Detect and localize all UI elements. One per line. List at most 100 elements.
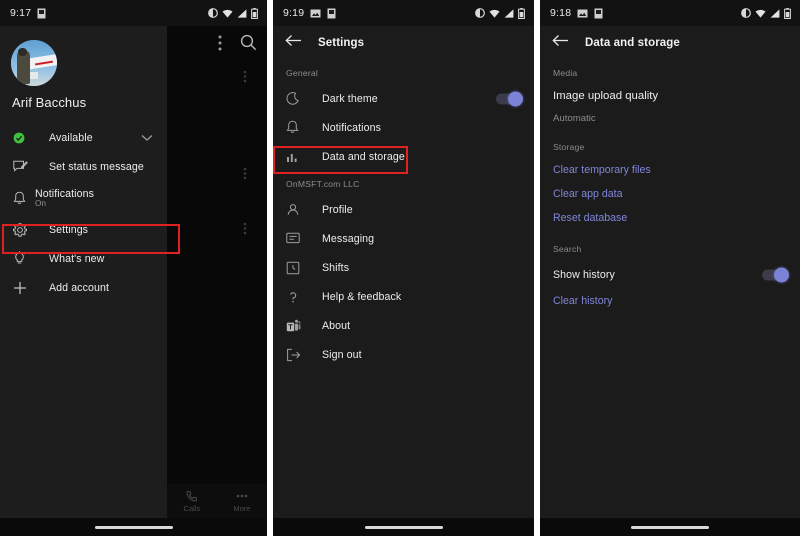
chevron-down-icon[interactable]: [141, 129, 153, 147]
settings-item-sign-out[interactable]: Sign out: [273, 340, 534, 369]
bottom-nav-item-more[interactable]: More: [233, 490, 250, 513]
status-bar-clock: 9:18: [550, 7, 572, 19]
image-icon: [577, 9, 588, 17]
bottom-nav-item-calls[interactable]: Calls: [183, 490, 201, 513]
gesture-nav-pill[interactable]: [94, 526, 173, 529]
setting-show-history[interactable]: Show history: [540, 260, 800, 289]
list-overflow-icon-3[interactable]: [243, 222, 247, 235]
bell-icon: [286, 120, 308, 135]
moon-icon: [286, 91, 308, 106]
status-bar: 9:17: [0, 0, 267, 26]
app-bar: Settings: [273, 26, 534, 60]
page-title: Settings: [318, 37, 365, 49]
sim-icon: [594, 8, 603, 18]
link-clear-temporary-files[interactable]: Clear temporary files: [540, 158, 800, 182]
image-icon: [310, 9, 321, 17]
clock-icon: [286, 261, 308, 275]
setting-image-upload-quality-value: Automatic: [553, 112, 596, 124]
status-bar-clock: 9:19: [283, 7, 305, 19]
avatar[interactable]: [11, 40, 57, 86]
section-label-storage: Storage: [553, 142, 585, 152]
bottom-nav-label-calls: Calls: [183, 503, 201, 513]
background-app-toolbar: [218, 34, 257, 51]
dnd-icon: [208, 8, 218, 18]
list-overflow-icon-2[interactable]: [243, 167, 247, 180]
search-icon[interactable]: [240, 34, 257, 51]
drawer-item-label-set-status-message: Set status message: [49, 160, 144, 173]
navigation-drawer: Arif Bacchus Available Set status messag…: [0, 26, 180, 536]
screen-data-and-storage: 9:18 Data and storage Media Image upload…: [540, 0, 800, 536]
screenshot-triptych: 9:17 Calls More Arif Bacchus Available S…: [0, 0, 800, 536]
plus-icon: [13, 281, 35, 295]
person-icon: [286, 203, 308, 217]
dark-theme-toggle[interactable]: [496, 91, 523, 106]
battery-icon: [518, 7, 525, 19]
drawer-item-whats-new[interactable]: What's new: [0, 244, 167, 273]
wifi-icon: [222, 9, 233, 18]
section-label-search: Search: [553, 244, 582, 254]
settings-item-label-profile: Profile: [322, 203, 353, 216]
sim-icon: [37, 8, 46, 18]
drawer-item-available[interactable]: Available: [0, 123, 167, 152]
more-dots-icon: [236, 494, 248, 497]
drawer-item-settings[interactable]: Settings: [0, 215, 167, 244]
drawer-item-label-whats-new: What's new: [49, 252, 105, 265]
status-bar-right: [208, 7, 258, 19]
setting-image-upload-quality[interactable]: Image upload quality: [540, 84, 800, 108]
gesture-nav-pill[interactable]: [364, 526, 443, 529]
section-label-org: OnMSFT.com LLC: [286, 179, 360, 189]
avatar-foreground-object: [30, 72, 38, 79]
list-overflow-icon-1[interactable]: [243, 70, 247, 83]
overflow-menu-icon[interactable]: [218, 35, 222, 51]
screen-settings: 9:19 Settings General Dark theme Notific…: [273, 0, 534, 536]
settings-item-profile[interactable]: Profile: [273, 195, 534, 224]
back-arrow-icon[interactable]: [552, 34, 569, 52]
drawer-item-notifications-text: Notifications On: [35, 188, 94, 208]
link-clear-history[interactable]: Clear history: [540, 289, 800, 313]
status-bar-right: [475, 7, 525, 19]
settings-item-messaging[interactable]: Messaging: [273, 224, 534, 253]
question-mark-icon: [286, 290, 308, 304]
data-usage-icon: [286, 150, 308, 164]
settings-item-help-feedback[interactable]: Help & feedback: [273, 282, 534, 311]
link-reset-database[interactable]: Reset database: [540, 206, 800, 230]
gesture-nav-pill[interactable]: [631, 526, 709, 529]
teams-logo-icon: [286, 319, 308, 333]
settings-item-label-help-feedback: Help & feedback: [322, 290, 402, 303]
setting-show-history-label: Show history: [553, 268, 615, 281]
sign-out-icon: [286, 348, 308, 362]
status-bar: 9:19: [273, 0, 534, 26]
drawer-item-notifications[interactable]: Notifications On: [0, 181, 167, 215]
settings-item-about[interactable]: About: [273, 311, 534, 340]
bottom-nav-label-more: More: [233, 503, 251, 513]
sim-icon: [327, 8, 336, 18]
status-bar-right: [741, 7, 791, 19]
show-history-toggle[interactable]: [762, 267, 789, 282]
lightbulb-icon: [13, 251, 35, 266]
status-bar: 9:18: [540, 0, 800, 26]
settings-item-shifts[interactable]: Shifts: [273, 253, 534, 282]
status-bar-left: 9:18: [550, 7, 603, 19]
status-message-icon: [13, 160, 35, 174]
signal-icon: [237, 8, 247, 18]
settings-item-label-data-and-storage: Data and storage: [322, 150, 405, 163]
settings-item-dark-theme[interactable]: Dark theme: [273, 84, 534, 113]
settings-item-notifications[interactable]: Notifications: [273, 113, 534, 142]
presence-available-icon: [13, 132, 35, 144]
profile-name: Arif Bacchus: [12, 95, 87, 110]
dnd-icon: [741, 8, 751, 18]
drawer-item-set-status-message[interactable]: Set status message: [0, 152, 167, 181]
settings-item-label-about: About: [322, 319, 351, 332]
toggle-knob: [508, 91, 523, 106]
signal-icon: [504, 8, 514, 18]
drawer-item-add-account[interactable]: Add account: [0, 273, 167, 302]
section-label-general: General: [286, 68, 318, 78]
page-title: Data and storage: [585, 37, 680, 49]
screen-drawer: 9:17 Calls More Arif Bacchus Available S…: [0, 0, 267, 536]
back-arrow-icon[interactable]: [285, 34, 302, 52]
drawer-scrim[interactable]: [167, 26, 267, 536]
settings-item-label-sign-out: Sign out: [322, 348, 362, 361]
settings-item-data-and-storage[interactable]: Data and storage: [273, 142, 534, 171]
link-clear-app-data[interactable]: Clear app data: [540, 182, 800, 206]
bell-icon: [13, 191, 35, 206]
